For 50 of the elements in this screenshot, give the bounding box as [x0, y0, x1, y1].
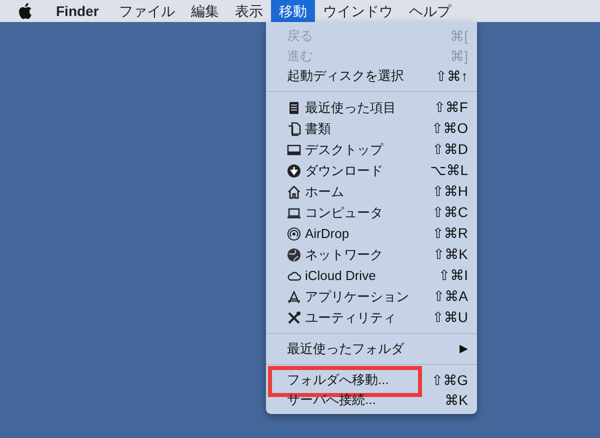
- menu-item[interactable]: 書類: [305, 118, 331, 138]
- shortcut-label: ⇧⌘O: [431, 119, 468, 138]
- menu-item[interactable]: アプリケーション: [305, 286, 409, 306]
- shortcut-label: ⇧⌘C: [432, 203, 468, 222]
- menu-item[interactable]: デスクトップ: [305, 140, 383, 160]
- download-icon: [287, 164, 301, 178]
- menu-item[interactable]: サーバへ接続...: [287, 390, 376, 410]
- applications-icon: [287, 290, 301, 304]
- shortcut-label: ⌘]: [450, 46, 468, 66]
- menubar-item[interactable]: 編集: [182, 0, 227, 22]
- documents-icon: [287, 122, 301, 136]
- menu-item[interactable]: 最近使ったフォルダ: [287, 339, 404, 359]
- menu-item[interactable]: ユーティリティ: [305, 308, 396, 328]
- menubar-item[interactable]: ヘルプ: [400, 0, 459, 22]
- menu-item[interactable]: フォルダへ移動...: [287, 370, 389, 390]
- shortcut-label: ⇧⌘H: [432, 182, 468, 201]
- apple-logo-icon[interactable]: [18, 3, 32, 19]
- menu-item[interactable]: ダウンロード: [305, 160, 383, 180]
- shortcut-label: ⇧⌘U: [432, 308, 468, 327]
- shortcut-label: ⇧⌘I: [438, 266, 468, 285]
- shortcut-label: ⇧⌘↑: [435, 66, 468, 86]
- menubar-item[interactable]: 表示: [226, 0, 271, 22]
- shortcut-label: ⌘[: [450, 26, 468, 46]
- shortcut-label: ⌘K: [444, 390, 468, 410]
- menu-item[interactable]: コンピュータ: [305, 202, 383, 222]
- shortcut-label: ⌥⌘L: [430, 161, 468, 180]
- menu-item[interactable]: 起動ディスクを選択: [287, 66, 404, 86]
- menu-item[interactable]: ホーム: [305, 182, 344, 202]
- shortcut-label: ⇧⌘A: [432, 287, 468, 306]
- laptop-icon: [287, 206, 301, 220]
- desktop-icon: [287, 142, 301, 156]
- menu-item[interactable]: iCloud Drive: [305, 266, 376, 286]
- menubar-item[interactable]: ウインドウ: [314, 0, 401, 22]
- submenu-arrow: ▶: [460, 342, 468, 357]
- shortcut-label: ⇧⌘K: [432, 245, 468, 264]
- recent-items-icon: [287, 100, 301, 114]
- network-icon: [287, 248, 301, 262]
- menubar-item[interactable]: 移動: [270, 0, 315, 22]
- menu-item[interactable]: AirDrop: [305, 224, 350, 244]
- shortcut-label: ⇧⌘R: [432, 224, 468, 243]
- menubar-item[interactable]: ファイル: [110, 0, 183, 22]
- menu-item[interactable]: ネットワーク: [305, 244, 383, 264]
- menu-item[interactable]: 最近使った項目: [305, 98, 396, 118]
- tools-icon: [287, 310, 301, 324]
- airdrop-icon: [287, 226, 301, 240]
- home-icon: [287, 184, 301, 198]
- menubar-item[interactable]: Finder: [48, 0, 107, 22]
- shortcut-label: ⇧⌘F: [434, 98, 468, 117]
- shortcut-label: ⇧⌘D: [432, 140, 468, 159]
- shortcut-label: ⇧⌘G: [431, 370, 468, 390]
